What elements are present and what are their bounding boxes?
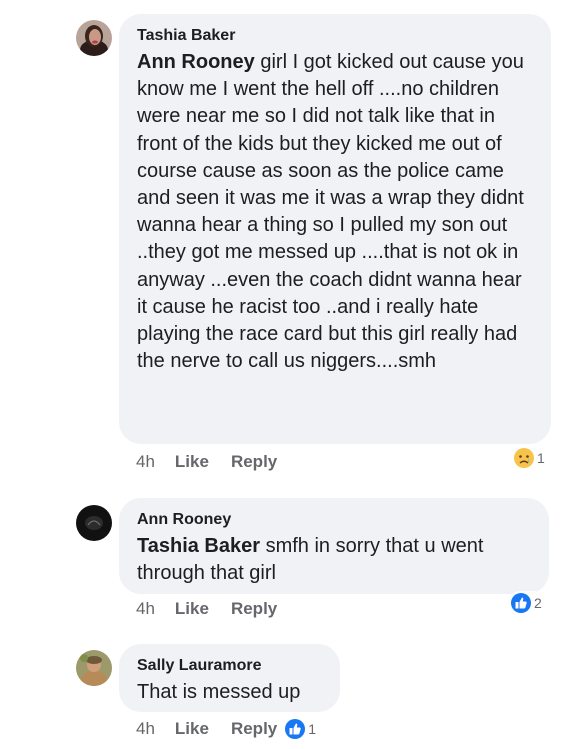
reaction-badge[interactable]: 1 [283, 717, 320, 741]
like-button[interactable]: Like [175, 452, 209, 472]
reaction-count: 1 [537, 450, 545, 466]
like-thumb-icon [510, 592, 532, 614]
reaction-count: 1 [308, 721, 317, 737]
comment-bubble: Tashia Baker Ann Rooney girl I got kicke… [119, 14, 551, 444]
mention-link[interactable]: Tashia Baker [137, 535, 260, 557]
avatar[interactable] [76, 20, 112, 56]
reaction-badge[interactable]: 1 [512, 446, 548, 470]
mention-link[interactable]: Ann Rooney [137, 51, 255, 73]
reply-button[interactable]: Reply [231, 599, 277, 619]
avatar[interactable] [76, 505, 112, 541]
comment-body: That is messed up [137, 681, 301, 703]
comment-text: That is messed up [137, 679, 322, 706]
comment-bubble: Ann Rooney Tashia Baker smfh in sorry th… [119, 498, 549, 594]
timestamp[interactable]: 4h [136, 452, 155, 472]
reaction-badge[interactable]: 2 [509, 591, 545, 615]
comment-body: girl I got kicked out cause you know me … [137, 51, 524, 373]
comment-actions: 4h Like Reply 1 [136, 717, 320, 741]
comment-actions: 4h Like Reply [136, 599, 299, 619]
reply-button[interactable]: Reply [231, 452, 277, 472]
like-button[interactable]: Like [175, 599, 209, 619]
like-button[interactable]: Like [175, 719, 209, 739]
reply-button[interactable]: Reply [231, 719, 277, 739]
comment-text: Ann Rooney girl I got kicked out cause y… [137, 49, 533, 375]
reaction-count: 2 [534, 595, 542, 611]
like-thumb-icon [284, 718, 306, 740]
comment-bubble: Sally Lauramore That is messed up [119, 644, 340, 712]
comment-text: Tashia Baker smfh in sorry that u went t… [137, 533, 531, 587]
timestamp[interactable]: 4h [136, 599, 155, 619]
sad-face-icon [513, 447, 535, 469]
avatar[interactable] [76, 650, 112, 686]
comment-author[interactable]: Tashia Baker [137, 26, 533, 46]
comment-actions: 4h Like Reply [136, 452, 299, 472]
comment-author[interactable]: Ann Rooney [137, 510, 531, 530]
comment-author[interactable]: Sally Lauramore [137, 656, 322, 676]
timestamp[interactable]: 4h [136, 719, 155, 739]
